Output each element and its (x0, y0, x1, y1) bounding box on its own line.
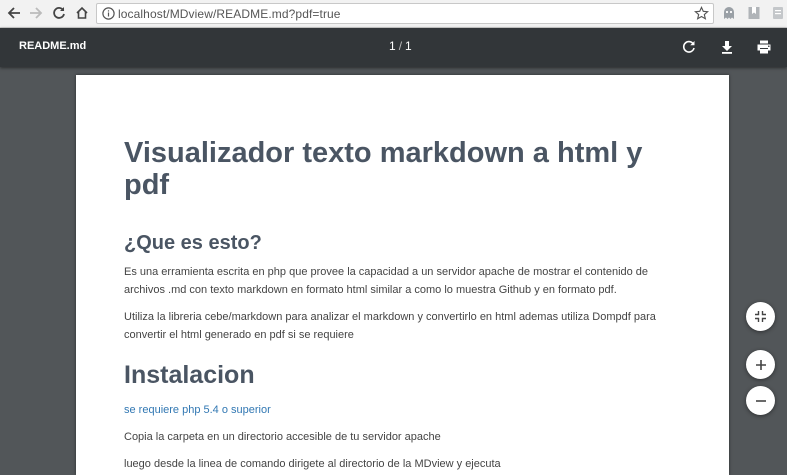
ghost-extension-icon[interactable] (721, 5, 737, 21)
current-page[interactable]: 1 (389, 39, 396, 53)
print-icon[interactable] (756, 39, 772, 55)
page-separator: / (398, 39, 403, 53)
document-content: Visualizador texto markdown a html y pdf… (124, 137, 684, 473)
pdf-toolbar: README.md 1/1 (0, 28, 787, 67)
pdf-filename: README.md (19, 40, 87, 52)
page-indicator: 1/1 (389, 39, 412, 53)
back-arrow-icon[interactable] (4, 3, 24, 23)
section-heading-instalacion: Instalacion (124, 361, 255, 389)
page-extension-icon[interactable] (770, 5, 786, 21)
paragraph-libraries: Utiliza la libreria cebe/markdown para a… (124, 311, 656, 341)
zoom-out-icon (755, 399, 766, 402)
browser-toolbar: localhost/MDview/README.md?pdf=true (0, 0, 787, 28)
section-heading-que-es: ¿Que es esto? (124, 232, 262, 254)
paragraph-copy-folder: Copia la carpeta en un directorio accesi… (124, 431, 441, 443)
paragraph-command-line: luego desde la linea de comando dirigete… (124, 458, 501, 470)
forward-arrow-icon[interactable] (26, 3, 46, 23)
pdf-page: Visualizador texto markdown a html y pdf… (76, 75, 729, 475)
star-icon[interactable] (694, 6, 709, 21)
requirement-link[interactable]: se requiere php 5.4 o superior (124, 401, 684, 419)
paragraph-description: Es una erramienta escrita en php que pro… (124, 266, 649, 296)
fit-to-page-button[interactable] (746, 302, 775, 331)
zoom-in-button[interactable] (746, 350, 775, 379)
address-bar[interactable]: localhost/MDview/README.md?pdf=true (96, 3, 714, 24)
info-icon[interactable] (102, 7, 115, 20)
home-icon[interactable] (72, 3, 92, 23)
bookmark-extension-icon[interactable] (746, 5, 762, 21)
url-text[interactable]: localhost/MDview/README.md?pdf=true (118, 7, 341, 21)
document-title: Visualizador texto markdown a html y pdf (124, 137, 643, 201)
total-pages: 1 (405, 39, 412, 53)
download-icon[interactable] (719, 39, 735, 55)
rotate-icon[interactable] (681, 39, 697, 55)
fit-to-page-icon (755, 311, 766, 322)
zoom-in-icon (755, 359, 766, 370)
zoom-out-button[interactable] (746, 386, 775, 415)
reload-icon[interactable] (49, 3, 69, 23)
